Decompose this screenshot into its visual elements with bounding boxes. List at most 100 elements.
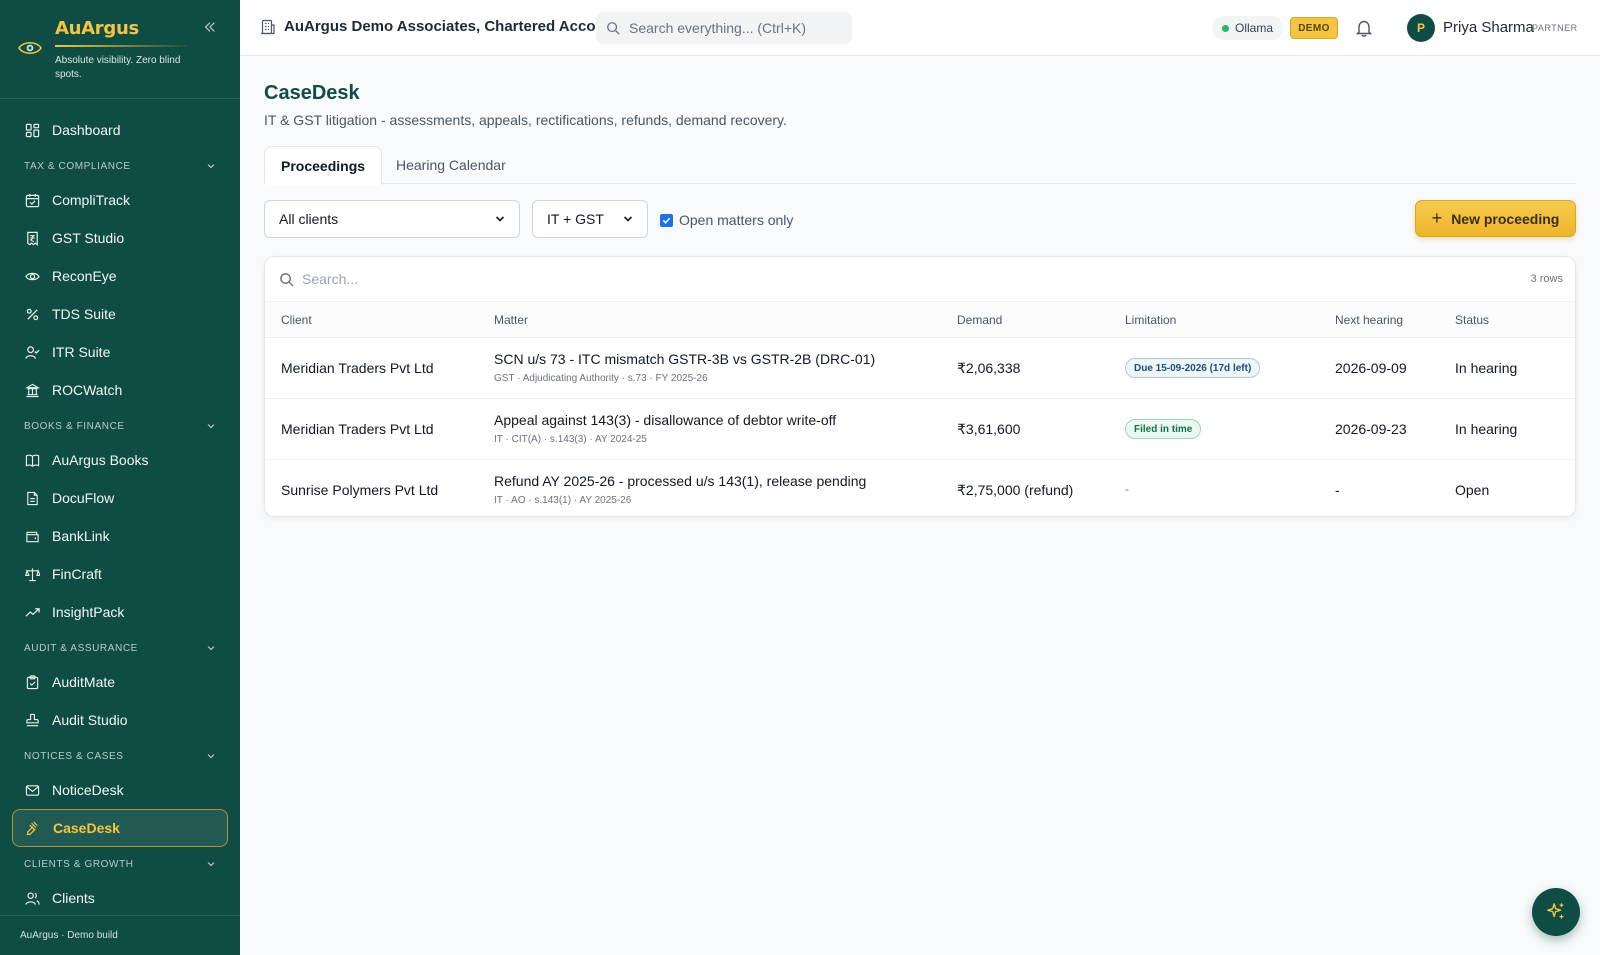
column-header-demand[interactable]: Demand <box>957 313 1002 327</box>
open-matters-checkbox[interactable]: Open matters only <box>660 212 793 228</box>
tab-bar: Proceedings Hearing Calendar <box>264 146 1576 185</box>
section-clients-growth[interactable]: CLIENTS & GROWTH <box>0 849 240 879</box>
search-placeholder: Search everything... (Ctrl+K) <box>629 20 807 36</box>
cell-status: In hearing <box>1455 360 1518 376</box>
chevron-down-icon <box>207 164 215 169</box>
global-search-input[interactable]: Search everything... (Ctrl+K) <box>596 12 852 44</box>
sidebar-item-complitrack[interactable]: CompliTrack <box>12 181 228 219</box>
sidebar-item-insightpack[interactable]: InsightPack <box>12 593 228 631</box>
sidebar-nav: Dashboard TAX & COMPLIANCE CompliTrack G… <box>0 99 240 915</box>
cell-matter: Refund AY 2025-26 - processed u/s 143(1)… <box>494 473 867 489</box>
type-select[interactable]: IT + GST <box>532 200 648 238</box>
users-icon <box>24 890 40 906</box>
bell-icon[interactable] <box>1354 18 1374 38</box>
collapse-sidebar-button[interactable] <box>202 20 218 36</box>
status-dot <box>1222 24 1229 32</box>
sidebar-item-label: ReconEye <box>52 268 117 284</box>
table-row[interactable]: Meridian Traders Pvt Ltd SCN u/s 73 - IT… <box>265 338 1575 399</box>
brand-underline <box>55 45 187 47</box>
trend-icon <box>24 604 40 620</box>
sidebar-footer: AuArgus · Demo build <box>0 915 240 955</box>
sidebar-item-label: AuditMate <box>52 674 116 690</box>
tab-hearing-calendar[interactable]: Hearing Calendar <box>380 146 522 184</box>
table-search-input[interactable]: Search... 3 rows <box>265 257 1575 302</box>
sidebar-item-auargus-books[interactable]: AuArgus Books <box>12 441 228 479</box>
chevron-down-icon <box>207 754 215 759</box>
sidebar-item-label: CaseDesk <box>53 820 120 836</box>
check-icon <box>662 217 671 224</box>
section-books-finance[interactable]: BOOKS & FINANCE <box>0 411 240 441</box>
ai-assistant-button[interactable] <box>1532 888 1580 936</box>
sidebar-item-label: ITR Suite <box>52 344 111 360</box>
tab-proceedings[interactable]: Proceedings <box>264 146 383 185</box>
section-audit-assurance[interactable]: AUDIT & ASSURANCE <box>0 633 240 663</box>
sidebar-item-label: Clients <box>52 890 95 906</box>
demo-badge: DEMO <box>1290 17 1338 39</box>
table-search-placeholder: Search... <box>302 271 359 287</box>
new-proceeding-button[interactable]: + New proceeding <box>1415 200 1576 237</box>
percent-icon <box>24 306 40 322</box>
sidebar-item-clients[interactable]: Clients <box>12 879 228 915</box>
sidebar-item-dashboard[interactable]: Dashboard <box>12 111 228 149</box>
sidebar-item-noticedesk[interactable]: NoticeDesk <box>12 771 228 809</box>
sidebar-item-label: FinCraft <box>52 566 102 582</box>
wallet-icon <box>24 528 40 544</box>
book-icon <box>24 452 40 468</box>
checkbox-checked[interactable] <box>660 213 673 227</box>
sidebar-item-docuflow[interactable]: DocuFlow <box>12 479 228 517</box>
eye-logo-icon <box>18 41 42 55</box>
sidebar-item-label: TDS Suite <box>52 306 116 322</box>
column-header-status[interactable]: Status <box>1455 313 1489 327</box>
table-row[interactable]: Meridian Traders Pvt Ltd Appeal against … <box>265 399 1575 460</box>
cell-status: Open <box>1455 482 1490 498</box>
sidebar-item-fincraft[interactable]: FinCraft <box>12 555 228 593</box>
sidebar-item-gst-studio[interactable]: GST Studio <box>12 219 228 257</box>
chevron-down-icon <box>207 424 215 429</box>
cell-client: Meridian Traders Pvt Ltd <box>281 421 434 437</box>
sidebar-item-audit-studio[interactable]: Audit Studio <box>12 701 228 739</box>
column-header-matter[interactable]: Matter <box>494 313 528 327</box>
firm-switcher[interactable]: AuArgus Demo Associates, Chartered Accou… <box>260 18 617 35</box>
sidebar: AuArgus Absolute visibility. Zero blind … <box>0 0 240 955</box>
sidebar-item-auditmate[interactable]: AuditMate <box>12 663 228 701</box>
cell-next-hearing: 2026-09-09 <box>1335 360 1407 376</box>
chevrons-left-icon <box>204 22 215 32</box>
plus-icon: + <box>1431 208 1443 228</box>
section-title: BOOKS & FINANCE <box>24 420 125 432</box>
table-row[interactable]: Sunrise Polymers Pvt Ltd Refund AY 2025-… <box>265 460 1575 516</box>
new-proceeding-label: New proceeding <box>1451 210 1560 227</box>
gavel-icon <box>25 820 41 836</box>
ollama-status-badge[interactable]: Ollama <box>1212 16 1284 40</box>
chevron-down-icon <box>495 216 505 222</box>
sidebar-item-tds-suite[interactable]: TDS Suite <box>12 295 228 333</box>
building-icon <box>24 382 40 398</box>
brand-name: AuArgus <box>55 18 139 39</box>
sidebar-item-rocwatch[interactable]: ROCWatch <box>12 371 228 409</box>
cell-matter-meta: GST · Adjudicating Authority · s.73 · FY… <box>494 373 708 384</box>
column-header-limitation[interactable]: Limitation <box>1125 313 1176 327</box>
sidebar-item-casedesk[interactable]: CaseDesk <box>12 809 228 847</box>
client-select[interactable]: All clients <box>264 200 520 238</box>
eye-icon <box>24 268 40 284</box>
sidebar-item-banklink[interactable]: BankLink <box>12 517 228 555</box>
sidebar-item-reconeye[interactable]: ReconEye <box>12 257 228 295</box>
cell-demand: ₹3,61,600 <box>957 421 1021 437</box>
calendar-check-icon <box>24 192 40 208</box>
section-title: AUDIT & ASSURANCE <box>24 642 138 654</box>
avatar[interactable]: P <box>1407 14 1435 42</box>
table-header: Client Matter Demand Limitation Next hea… <box>265 302 1575 338</box>
sidebar-item-label: BankLink <box>52 528 110 544</box>
brand-block: AuArgus Absolute visibility. Zero blind … <box>0 0 240 99</box>
column-header-client[interactable]: Client <box>281 313 312 327</box>
section-tax-compliance[interactable]: TAX & COMPLIANCE <box>0 151 240 181</box>
cell-client: Meridian Traders Pvt Ltd <box>281 360 434 376</box>
cell-matter: SCN u/s 73 - ITC mismatch GSTR-3B vs GST… <box>494 351 876 367</box>
cell-matter: Appeal against 143(3) - disallowance of … <box>494 412 837 428</box>
user-name[interactable]: Priya Sharma <box>1443 19 1534 36</box>
section-notices-cases[interactable]: NOTICES & CASES <box>0 741 240 771</box>
ollama-label: Ollama <box>1235 21 1274 35</box>
search-icon <box>607 22 620 35</box>
sidebar-item-itr-suite[interactable]: ITR Suite <box>12 333 228 371</box>
column-header-next-hearing[interactable]: Next hearing <box>1335 313 1403 327</box>
filter-bar: All clients IT + GST Open matters only +… <box>264 200 1576 240</box>
